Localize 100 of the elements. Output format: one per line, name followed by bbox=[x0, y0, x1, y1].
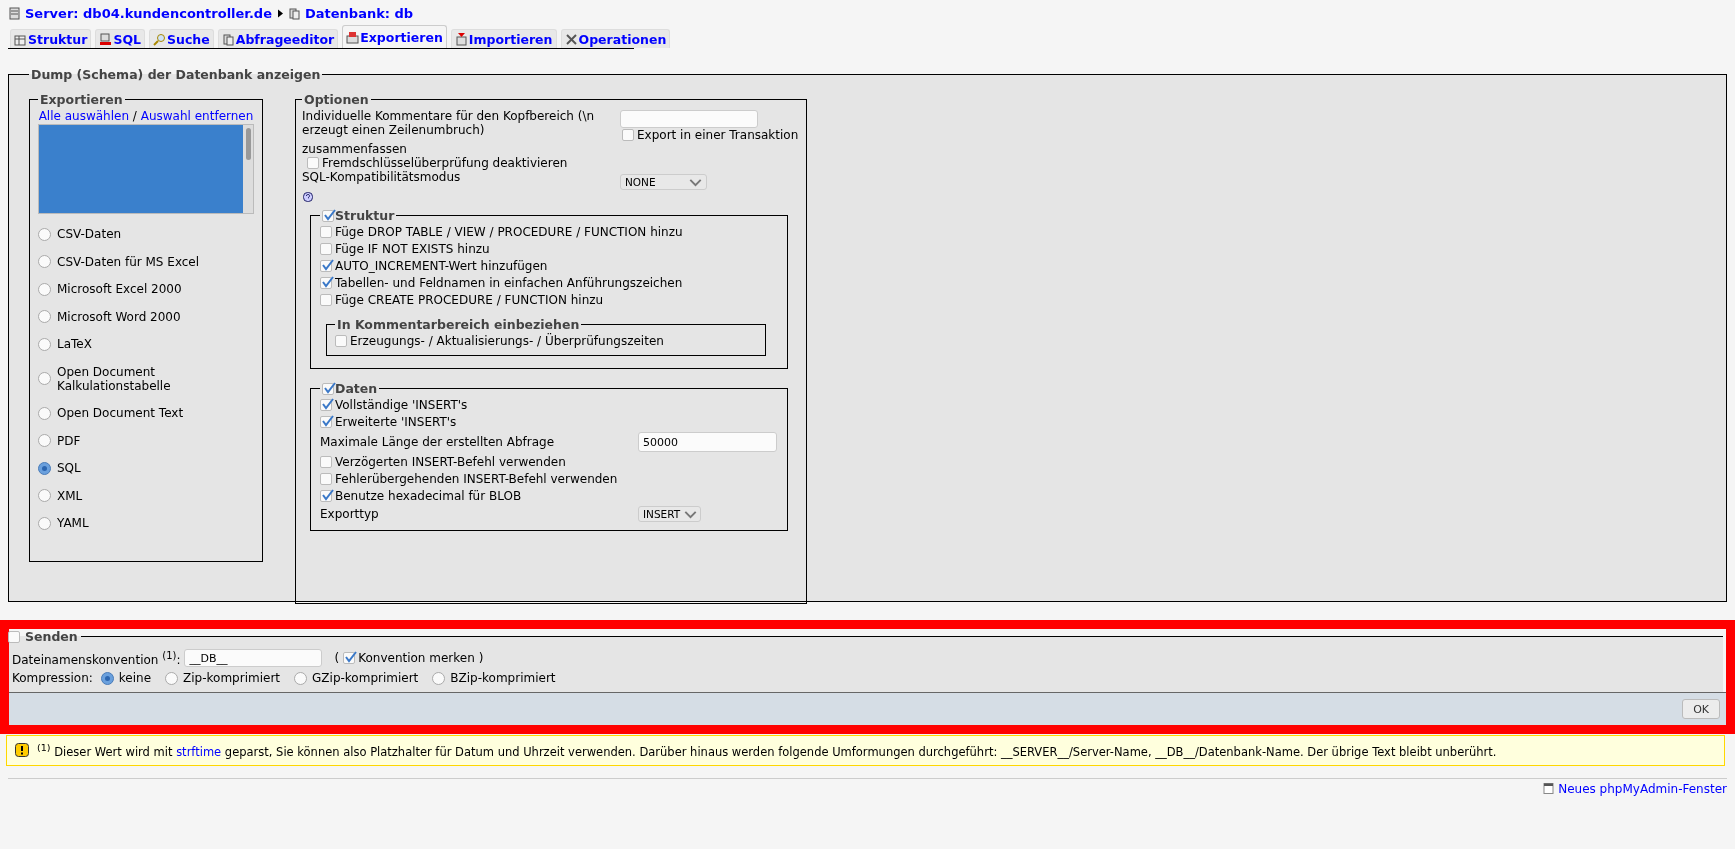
radio-label: keine bbox=[118, 671, 152, 685]
radio-button[interactable] bbox=[38, 227, 51, 241]
checkbox[interactable] bbox=[322, 209, 334, 222]
radio-label: Open Document Kalkulationstabelle bbox=[57, 364, 172, 393]
field-label: SQL-Kompatibilitätsmodus bbox=[302, 170, 462, 186]
panel-title: Dump (Schema) der Datenbank anzeigen bbox=[30, 67, 322, 82]
checkbox[interactable] bbox=[8, 630, 20, 643]
group-title: Senden bbox=[25, 629, 78, 644]
checkbox[interactable] bbox=[320, 243, 332, 255]
checkbox-label: Verzögerten INSERT-Befehl verwenden bbox=[335, 455, 566, 469]
checkbox[interactable] bbox=[320, 456, 332, 468]
search-icon bbox=[153, 32, 166, 46]
radio-button[interactable] bbox=[38, 489, 51, 502]
import-icon bbox=[454, 32, 468, 46]
tab[interactable]: Importieren bbox=[450, 29, 557, 48]
dropdown[interactable]: INSERT bbox=[638, 506, 701, 522]
checkbox[interactable] bbox=[320, 226, 332, 238]
paren-text: ) bbox=[478, 651, 484, 665]
database-icon bbox=[221, 32, 235, 46]
field-label: Individuelle Kommentare für den Kopfbereich (\n erzeugt einen Zeilenumbruch) bbox=[302, 109, 596, 139]
checkbox-label: Füge IF NOT EXISTS hinzu bbox=[335, 242, 490, 256]
radio-label: CSV-Daten für MS Excel bbox=[57, 254, 200, 269]
scrollbar-thumb[interactable] bbox=[245, 128, 251, 160]
radio-button[interactable] bbox=[38, 337, 51, 351]
sql-icon bbox=[99, 32, 113, 46]
group-title: Struktur bbox=[335, 208, 395, 223]
radio-button[interactable] bbox=[38, 516, 51, 530]
radio-button[interactable] bbox=[38, 310, 51, 323]
radio-button[interactable] bbox=[165, 671, 179, 685]
radio-button[interactable] bbox=[38, 372, 51, 385]
radio-button[interactable] bbox=[38, 406, 51, 420]
breadcrumb-link[interactable]: Server: db04.kundencontroller.de bbox=[8, 5, 272, 21]
radio-label: GZip-komprimiert bbox=[312, 671, 419, 685]
group-title: Optionen bbox=[303, 92, 370, 107]
checkbox[interactable] bbox=[320, 490, 332, 502]
input-field[interactable]: __DB__ bbox=[184, 649, 323, 667]
tab[interactable]: Struktur bbox=[10, 29, 92, 48]
checkbox-label: Vollständige 'INSERT's bbox=[335, 398, 468, 412]
input-field[interactable] bbox=[620, 110, 758, 128]
export-icon bbox=[346, 30, 360, 44]
checkbox[interactable] bbox=[320, 416, 332, 428]
server-icon bbox=[8, 6, 21, 20]
tab[interactable]: SQL bbox=[95, 29, 145, 48]
radio-label: YAML bbox=[57, 516, 89, 530]
group-title: Daten bbox=[335, 381, 378, 396]
radio-button[interactable] bbox=[100, 671, 114, 685]
checkbox-label: Export in einer Transaktion bbox=[637, 128, 799, 142]
dropdown[interactable]: NONE bbox=[620, 174, 707, 190]
radio-label: Microsoft Excel 2000 bbox=[57, 282, 182, 296]
tab[interactable]: Abfrageeditor bbox=[217, 29, 339, 48]
checkbox[interactable] bbox=[320, 473, 332, 485]
checkbox[interactable] bbox=[622, 129, 634, 141]
radio-label: LaTeX bbox=[57, 337, 92, 351]
tab[interactable]: Suche bbox=[149, 29, 214, 48]
checkbox-label: Füge CREATE PROCEDURE / FUNCTION hinzu bbox=[335, 293, 604, 307]
radio-button[interactable] bbox=[38, 434, 51, 447]
deselect-all-link[interactable]: Auswahl entfernen bbox=[140, 109, 254, 123]
radio-button[interactable] bbox=[432, 671, 446, 685]
radio-label: Open Document Text bbox=[57, 406, 184, 420]
field-label: Maximale Länge der erstellten Abfrage bbox=[320, 435, 556, 449]
checkbox-label: Tabellen- und Feldnamen in einfachen Anführungszeichen bbox=[335, 276, 683, 290]
checkbox[interactable] bbox=[335, 335, 347, 347]
radio-button[interactable] bbox=[38, 282, 51, 296]
new-window-link[interactable]: Neues phpMyAdmin-Fenster bbox=[1542, 781, 1727, 796]
checkbox[interactable] bbox=[320, 294, 332, 306]
checkbox-label: Erweiterte 'INSERT's bbox=[335, 415, 457, 429]
radio-label: PDF bbox=[57, 433, 81, 448]
group-title: Exportieren bbox=[39, 92, 124, 107]
checkbox[interactable] bbox=[320, 260, 332, 272]
radio-button[interactable] bbox=[38, 461, 51, 475]
checkbox-label: Benutze hexadecimal für BLOB bbox=[335, 489, 522, 503]
field-label: Dateinamenskonvention $^{(1)}$: bbox=[12, 649, 181, 667]
tab[interactable]: Exportieren bbox=[342, 25, 447, 48]
table-icon bbox=[14, 32, 27, 46]
input-field[interactable]: 50000 bbox=[638, 432, 777, 452]
select-all-link[interactable]: Alle auswählen bbox=[38, 109, 130, 123]
checkbox[interactable] bbox=[322, 382, 334, 395]
radio-label: Zip-komprimiert bbox=[183, 671, 281, 685]
checkbox[interactable] bbox=[320, 277, 332, 289]
checkbox-label: Füge DROP TABLE / VIEW / PROCEDURE / FUNCTION hinzu bbox=[335, 225, 683, 239]
checkbox-label: zusammenfassen bbox=[302, 142, 408, 156]
tab[interactable]: Operationen bbox=[560, 29, 671, 48]
radio-button[interactable] bbox=[294, 671, 308, 685]
checkbox-label: AUTO_INCREMENT-Wert hinzufügen bbox=[335, 259, 548, 273]
checkbox[interactable] bbox=[307, 157, 319, 169]
radio-label: XML bbox=[57, 488, 83, 503]
checkbox-label: Erzeugungs- / Aktualisierungs- / Überprüfungszeiten bbox=[350, 334, 664, 348]
breadcrumb-link[interactable]: Datenbank: db bbox=[288, 5, 414, 21]
strftime-link[interactable]: strftime bbox=[176, 744, 222, 759]
database-icon bbox=[288, 6, 301, 20]
checkbox[interactable] bbox=[343, 652, 356, 664]
checkbox-label: Fremdschlüsselüberprüfung deaktivieren bbox=[322, 156, 568, 170]
paren-text: ( bbox=[334, 651, 340, 665]
warning-icon bbox=[15, 743, 29, 758]
field-label: Kompression: bbox=[12, 671, 93, 685]
radio-label: SQL bbox=[57, 461, 81, 475]
checkbox[interactable] bbox=[320, 399, 332, 411]
ok-button[interactable]: OK bbox=[1682, 699, 1720, 719]
table-list[interactable] bbox=[38, 124, 254, 214]
radio-button[interactable] bbox=[38, 255, 51, 268]
